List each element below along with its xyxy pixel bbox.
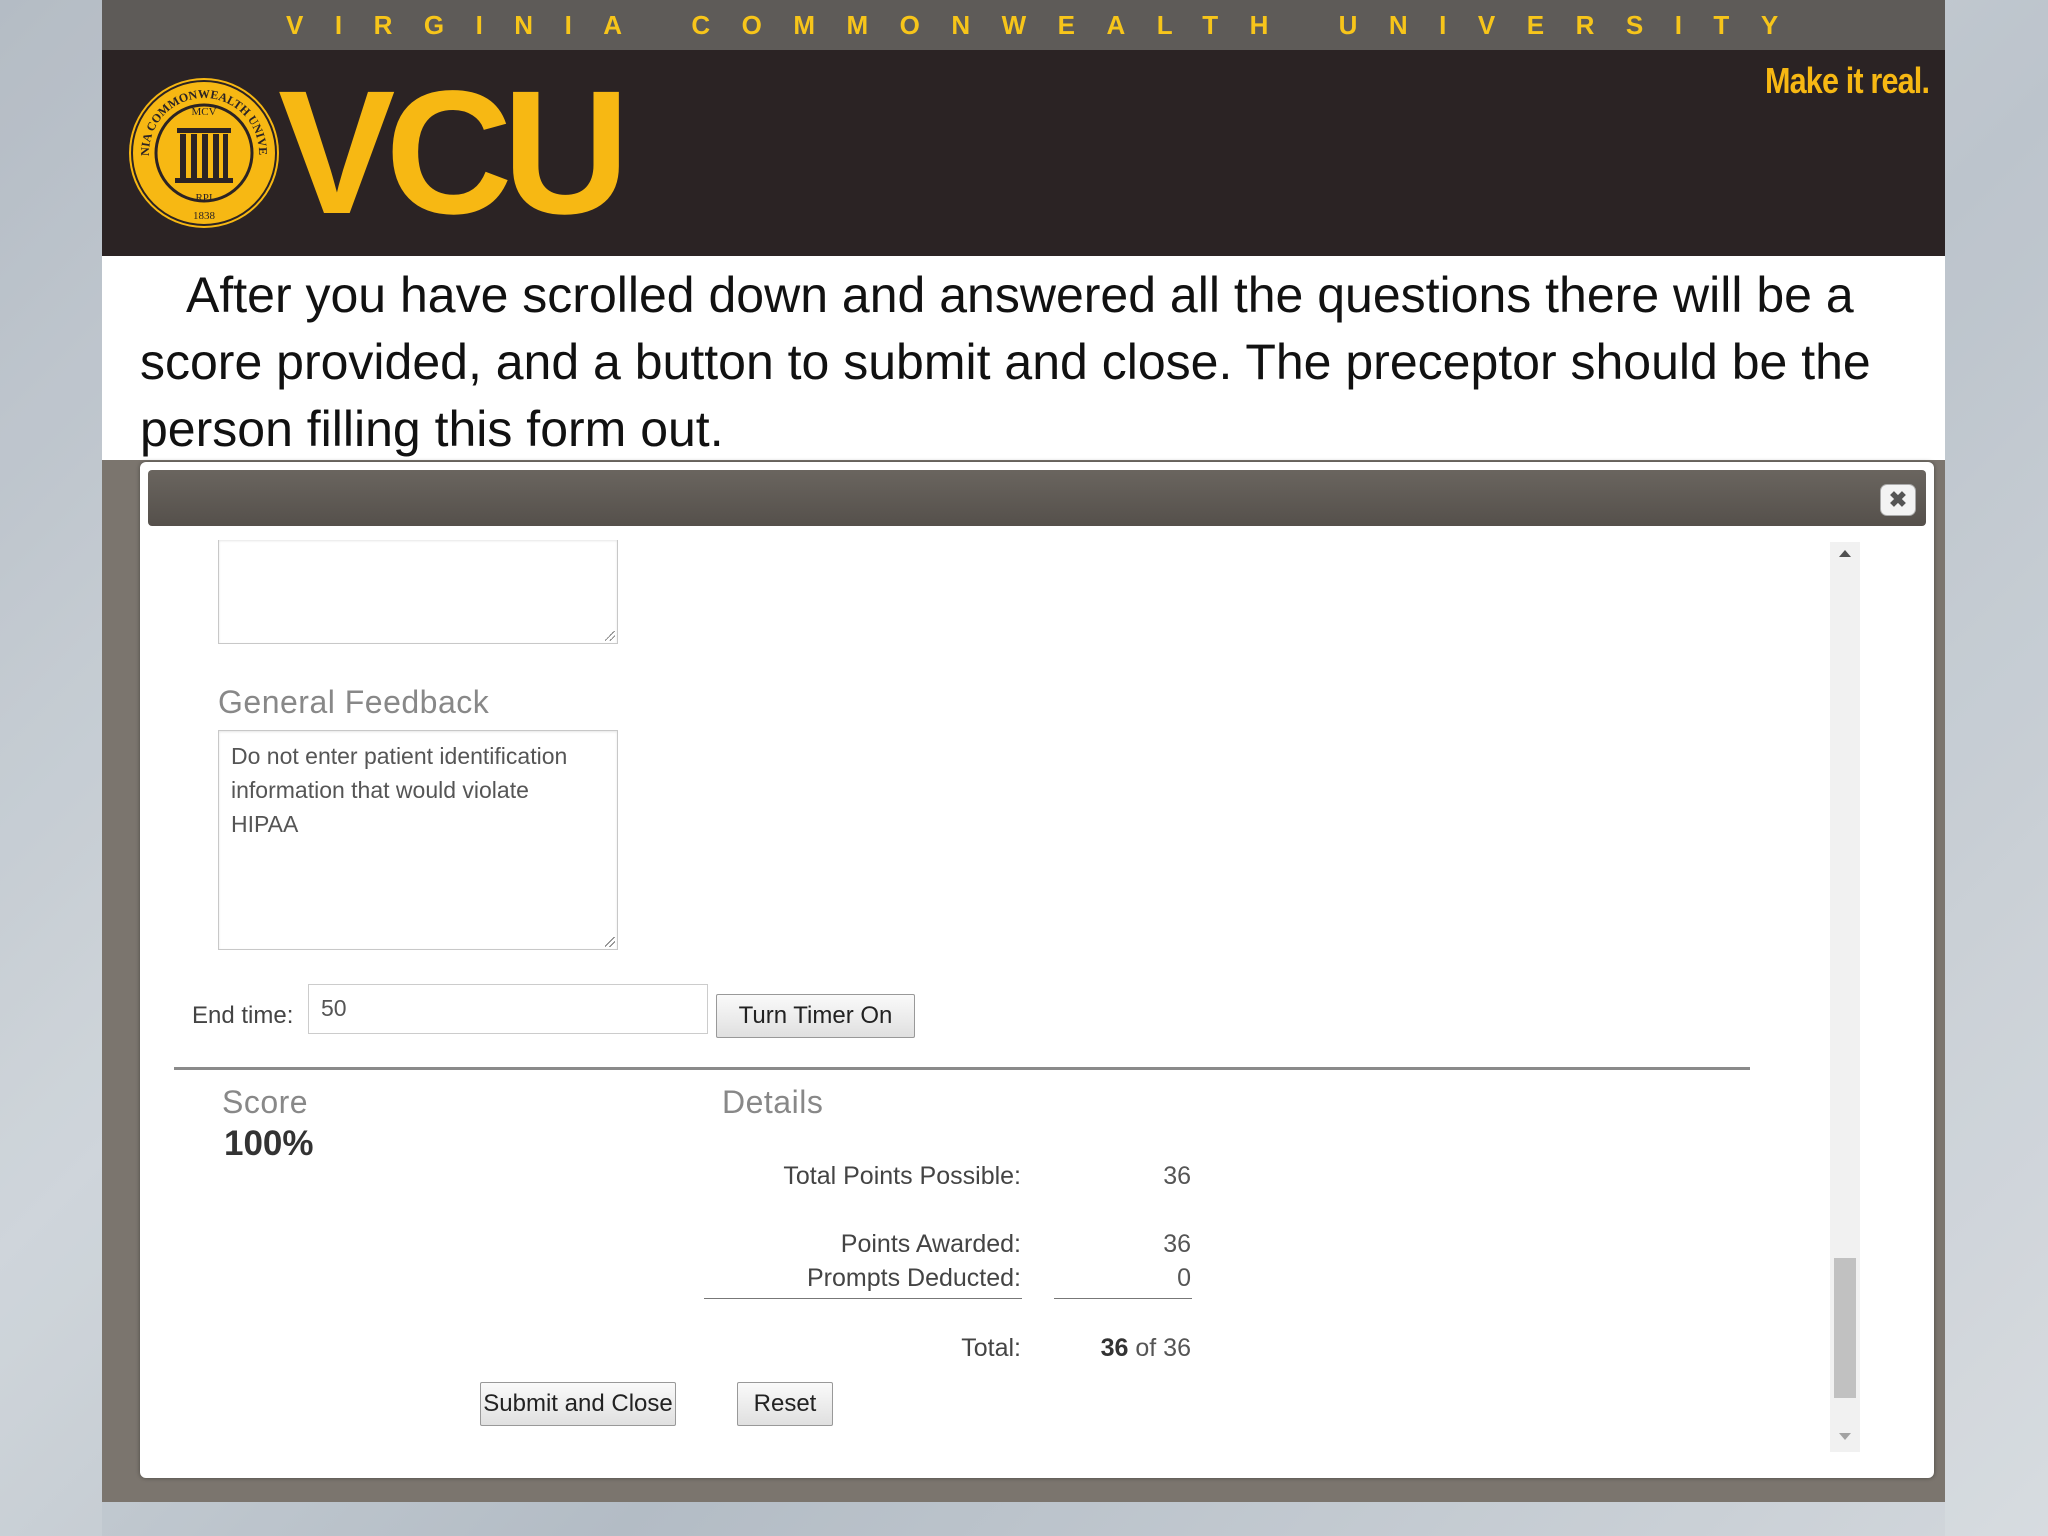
details-rule-right xyxy=(1054,1298,1192,1299)
general-feedback-placeholder: Do not enter patient identification info… xyxy=(231,743,568,837)
vcu-banner: VIRGINIA COMMONWEALTH UNIVERSITY MCV RPI… xyxy=(102,50,1945,256)
university-seal-icon: VIRGINIA COMMONWEALTH UNIVERSITY MCV RPI… xyxy=(127,76,279,228)
end-time-label: End time: xyxy=(192,1002,294,1029)
evaluation-dialog: ✖ General Feedback Do not enter patient … xyxy=(140,462,1934,1478)
caption-text: After you have scrolled down and answere… xyxy=(140,267,1871,457)
points-awarded-value: 36 xyxy=(1163,1230,1191,1258)
close-button[interactable]: ✖ xyxy=(1880,484,1916,516)
section-divider xyxy=(174,1067,1750,1070)
prompts-deducted-value: 0 xyxy=(1177,1264,1191,1292)
end-time-input[interactable]: 50 xyxy=(308,984,708,1034)
slide: VIRGINIA COMMONWEALTH UNIVERSITY VIRGINI… xyxy=(102,0,1945,1502)
score-title: Score xyxy=(222,1084,309,1120)
prompts-deducted-label: Prompts Deducted: xyxy=(807,1264,1021,1292)
submit-and-close-button[interactable]: Submit and Close xyxy=(480,1382,676,1426)
scroll-thumb[interactable] xyxy=(1834,1258,1856,1398)
scroll-down-icon[interactable] xyxy=(1839,1433,1851,1440)
dialog-scrollbar[interactable] xyxy=(1830,542,1860,1452)
turn-timer-on-button[interactable]: Turn Timer On xyxy=(716,994,915,1038)
tagline: Make it real. xyxy=(1764,60,1930,101)
university-name: VIRGINIA COMMONWEALTH UNIVERSITY xyxy=(286,10,1810,40)
details-title: Details xyxy=(722,1084,824,1120)
total-value: 36 of 36 xyxy=(991,1334,1191,1363)
resize-grip-icon[interactable] xyxy=(605,631,615,641)
total-points-possible-value: 36 xyxy=(1163,1162,1191,1190)
total-label: Total: xyxy=(961,1334,1021,1362)
vcu-logo: VCU xyxy=(278,55,630,251)
reset-button[interactable]: Reset xyxy=(737,1382,833,1426)
scroll-up-icon[interactable] xyxy=(1839,550,1851,557)
university-bar: VIRGINIA COMMONWEALTH UNIVERSITY xyxy=(102,0,1945,50)
dialog-titlebar[interactable]: ✖ xyxy=(148,470,1926,526)
previous-comment-textarea[interactable] xyxy=(218,540,618,644)
total-score: 36 xyxy=(1100,1334,1129,1362)
general-feedback-textarea[interactable]: Do not enter patient identification info… xyxy=(218,730,618,950)
general-feedback-title: General Feedback xyxy=(218,684,490,720)
seal-year: 1838 xyxy=(193,210,216,222)
points-awarded-label: Points Awarded: xyxy=(840,1230,1021,1258)
slide-caption: After you have scrolled down and answere… xyxy=(102,256,1945,460)
resize-grip-icon[interactable] xyxy=(605,937,615,947)
close-icon: ✖ xyxy=(1888,487,1908,512)
total-points-possible-label: Total Points Possible: xyxy=(783,1162,1021,1190)
details-rule-left xyxy=(704,1298,1022,1299)
seal-top-text: MCV xyxy=(191,106,216,118)
total-of: of 36 xyxy=(1135,1334,1191,1362)
end-time-value: 50 xyxy=(321,995,347,1021)
score-value: 100% xyxy=(224,1124,314,1163)
seal-bottom-text: RPI xyxy=(195,192,212,204)
